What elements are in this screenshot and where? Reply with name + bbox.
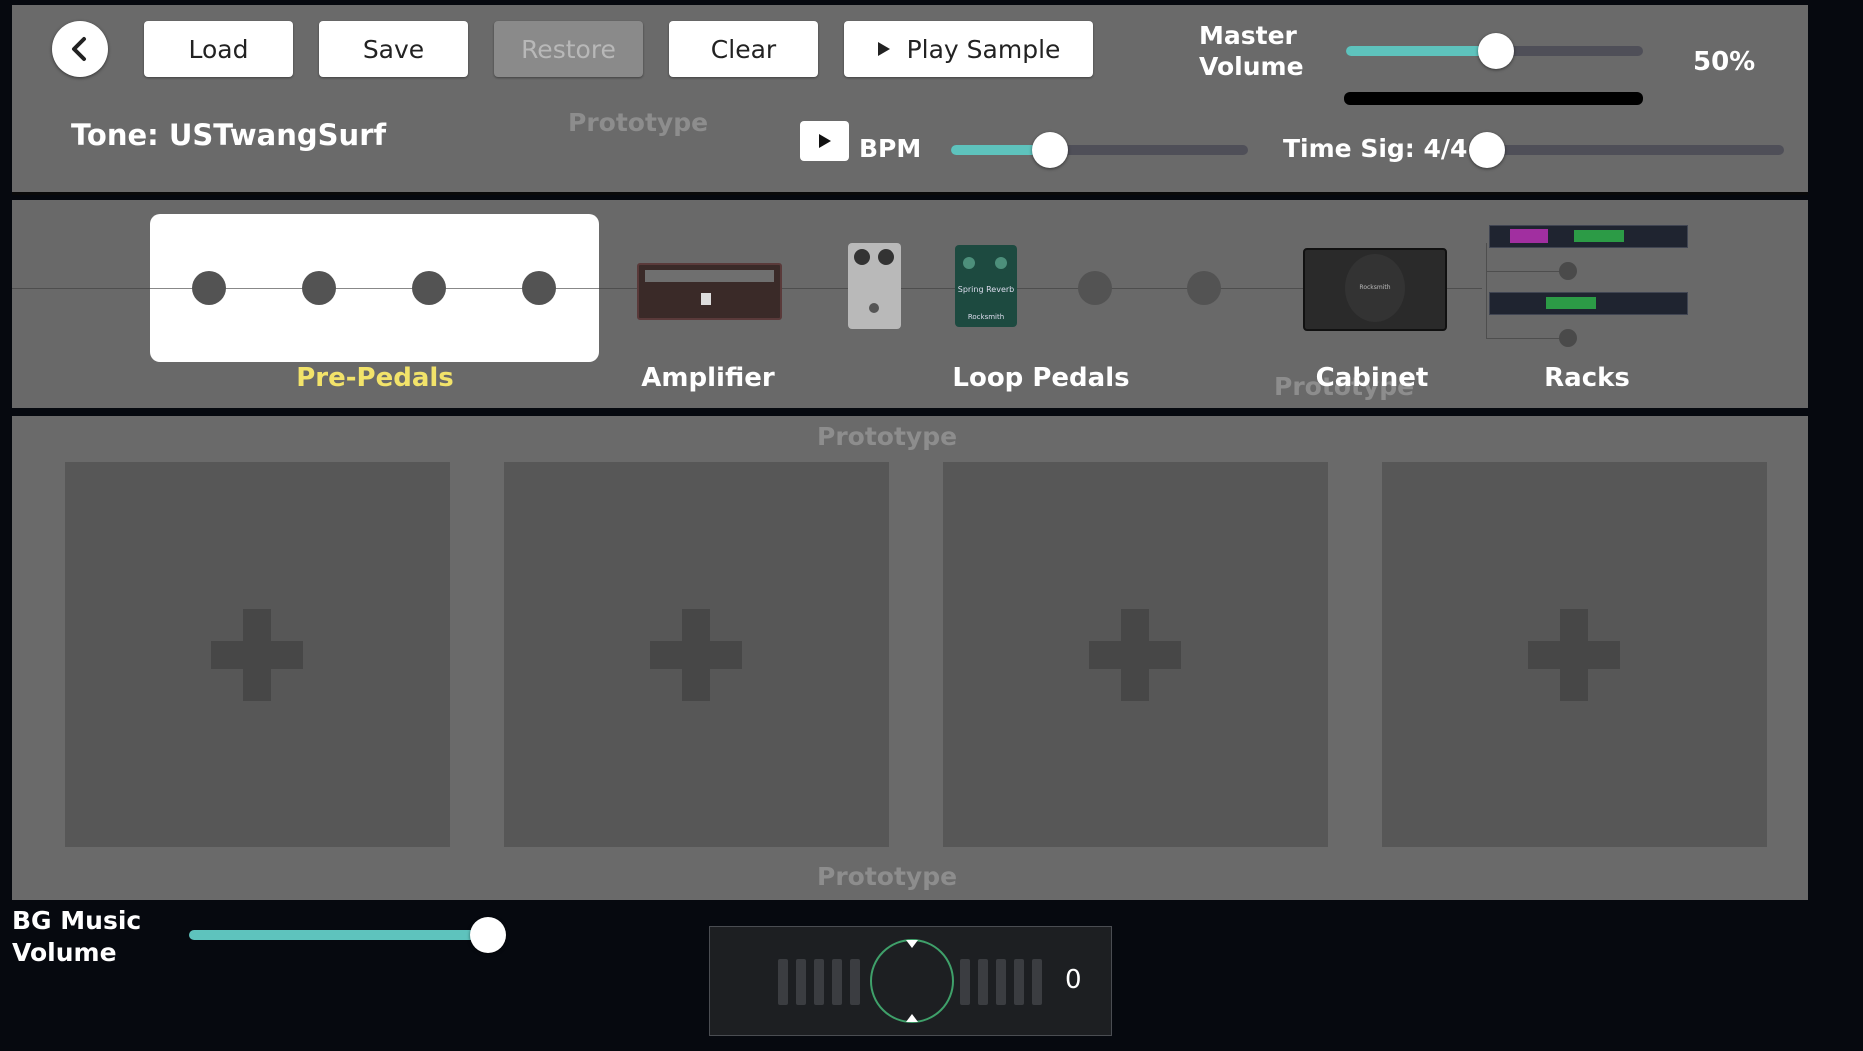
- clear-button[interactable]: Clear: [669, 21, 818, 77]
- restore-button-label: Restore: [521, 34, 616, 64]
- rack-screen: [1546, 297, 1596, 309]
- add-pedal-slot-3[interactable]: [943, 462, 1328, 847]
- racks-branch-line: [1486, 271, 1568, 272]
- tuner-bar: [1014, 959, 1024, 1005]
- tuner-bar: [1032, 959, 1042, 1005]
- rack-display: [1510, 229, 1548, 243]
- amplifier-image[interactable]: [637, 263, 782, 320]
- fuzz-pedal-image[interactable]: [848, 243, 901, 329]
- pedal-knob: [995, 257, 1007, 269]
- bpm-play-button[interactable]: [800, 121, 849, 161]
- tuner-widget: 0: [709, 926, 1112, 1036]
- time-signature-knob[interactable]: [1469, 132, 1505, 168]
- play-icon: [818, 134, 831, 148]
- arrow-up-icon: [906, 1014, 918, 1022]
- play-sample-label: Play Sample: [906, 34, 1061, 64]
- racks-branch-line: [1486, 243, 1487, 339]
- racks-branch-line: [1486, 338, 1568, 339]
- tuner-dial: [870, 939, 954, 1023]
- master-volume-slider[interactable]: [1346, 33, 1643, 69]
- bg-music-label-line1: BG Music: [12, 906, 142, 935]
- rack-unit-2-image[interactable]: [1489, 292, 1688, 315]
- tuner-bar: [960, 959, 970, 1005]
- clear-button-label: Clear: [710, 34, 777, 64]
- back-button[interactable]: [52, 21, 108, 77]
- prototype-watermark: Prototype: [817, 862, 958, 891]
- master-volume-value: 50%: [1693, 47, 1756, 77]
- cabinet-label[interactable]: Cabinet: [1272, 363, 1472, 393]
- master-volume-label-line1: Master: [1199, 21, 1297, 50]
- prototype-watermark: Prototype: [568, 108, 709, 137]
- rack-unit-1-image[interactable]: [1489, 225, 1688, 248]
- save-button[interactable]: Save: [319, 21, 468, 77]
- play-sample-button[interactable]: Play Sample: [844, 21, 1093, 77]
- add-pedal-slot-2[interactable]: [504, 462, 889, 847]
- amplifier-logo: [701, 293, 711, 305]
- master-volume-label-line2: Volume: [1199, 52, 1304, 81]
- pedal-brand-text: Rocksmith: [967, 313, 1005, 321]
- time-signature-slider[interactable]: [1469, 132, 1784, 168]
- loop-pedal-slot-3[interactable]: [1078, 271, 1112, 305]
- pre-pedal-slot-3[interactable]: [412, 271, 446, 305]
- time-signature-label: Time Sig: 4/4: [1283, 134, 1468, 163]
- bpm-label: BPM: [859, 134, 922, 163]
- pre-pedals-slot-group[interactable]: [150, 214, 599, 362]
- pedal-knob: [878, 249, 894, 265]
- pedal-switch: [869, 303, 879, 313]
- cabinet-brand-text: Rocksmith: [1359, 284, 1391, 291]
- tuner-bar: [832, 959, 842, 1005]
- tuner-bar: [796, 959, 806, 1005]
- master-volume-fill: [1346, 46, 1496, 56]
- pre-pedals-label[interactable]: Pre-Pedals: [250, 363, 500, 393]
- add-pedal-slot-4[interactable]: [1382, 462, 1767, 847]
- pedal-name-text: Spring Reverb: [957, 285, 1015, 294]
- loop-pedal-slot-4[interactable]: [1187, 271, 1221, 305]
- spring-reverb-pedal-image[interactable]: Spring Reverb Rocksmith: [955, 245, 1017, 327]
- rack-screen: [1574, 230, 1624, 242]
- pre-pedal-slot-1[interactable]: [192, 271, 226, 305]
- amplifier-label[interactable]: Amplifier: [608, 363, 808, 393]
- prototype-watermark: Prototype: [817, 422, 958, 451]
- tuner-bar: [978, 959, 988, 1005]
- load-button[interactable]: Load: [144, 21, 293, 77]
- arrow-down-icon: [906, 940, 918, 948]
- tone-name: Tone: USTwangSurf: [71, 118, 387, 152]
- tuner-bar: [850, 959, 860, 1005]
- tuner-value: 0: [1065, 965, 1082, 995]
- play-icon: [877, 42, 890, 56]
- master-volume-meter: [1344, 92, 1643, 105]
- loop-pedals-label[interactable]: Loop Pedals: [941, 363, 1141, 393]
- bg-music-label-line2: Volume: [12, 938, 117, 967]
- pre-pedal-slot-4[interactable]: [522, 271, 556, 305]
- master-volume-knob[interactable]: [1478, 33, 1514, 69]
- bg-music-volume-label: BG Music Volume: [12, 905, 141, 969]
- amplifier-control-panel: [645, 270, 774, 282]
- bpm-slider[interactable]: [951, 132, 1248, 168]
- rack-slot-1[interactable]: [1559, 262, 1577, 280]
- pre-pedal-slot-2[interactable]: [302, 271, 336, 305]
- cabinet-image[interactable]: Rocksmith: [1303, 248, 1447, 331]
- bg-music-volume-slider[interactable]: [189, 917, 506, 953]
- rack-slot-2[interactable]: [1559, 329, 1577, 347]
- tuner-bar: [814, 959, 824, 1005]
- master-volume-label: Master Volume: [1199, 20, 1304, 82]
- add-pedal-slot-1[interactable]: [65, 462, 450, 847]
- bpm-knob[interactable]: [1032, 132, 1068, 168]
- tuner-bar: [778, 959, 788, 1005]
- tuner-bar: [996, 959, 1006, 1005]
- save-button-label: Save: [362, 34, 425, 64]
- restore-button[interactable]: Restore: [494, 21, 643, 77]
- chevron-left-icon: [72, 37, 86, 61]
- pedal-knob: [963, 257, 975, 269]
- load-button-label: Load: [188, 34, 249, 64]
- racks-label[interactable]: Racks: [1487, 363, 1687, 393]
- pedal-knob: [854, 249, 870, 265]
- bg-music-volume-knob[interactable]: [470, 917, 506, 953]
